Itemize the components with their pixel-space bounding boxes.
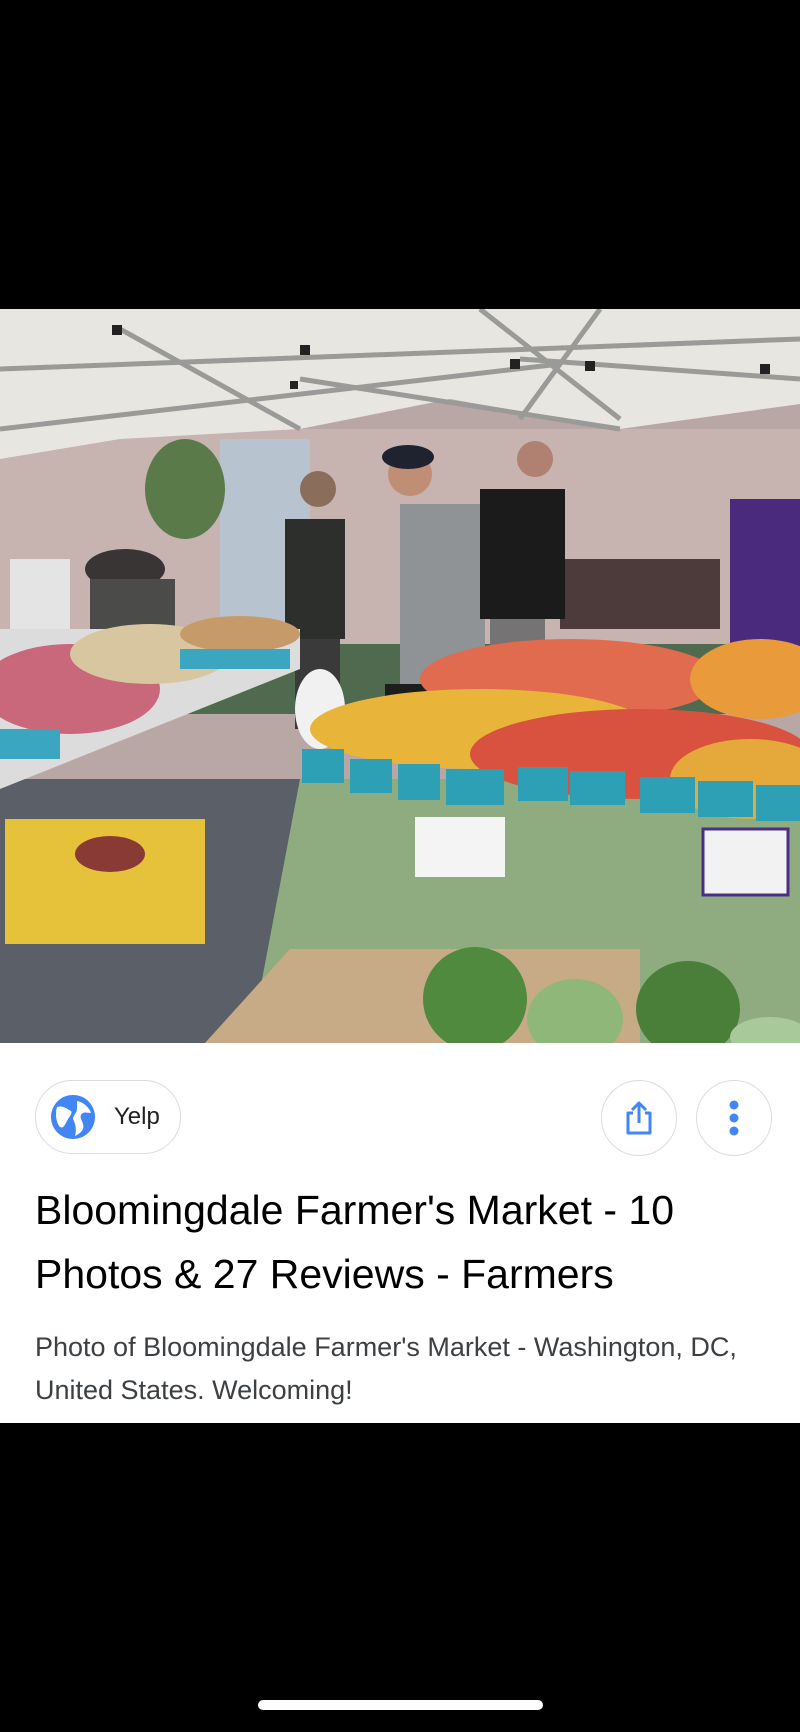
share-button[interactable] [601,1080,677,1156]
result-card: Yelp Bloomingdale Farmer's Market - 10 P… [0,1043,800,1423]
more-options-button[interactable] [696,1080,772,1156]
result-title[interactable]: Bloomingdale Farmer's Market - 10 Photos… [35,1178,775,1306]
top-letterbox [0,0,800,309]
bottom-letterbox [0,1423,800,1732]
more-vert-icon [729,1100,739,1136]
source-label: Yelp [114,1103,160,1130]
image-viewer-screen: Yelp Bloomingdale Farmer's Market - 10 P… [0,0,800,1732]
result-photo[interactable] [0,309,800,1043]
result-description: Photo of Bloomingdale Farmer's Market - … [35,1332,737,1405]
source-chip[interactable]: Yelp [35,1080,181,1154]
share-icon [626,1101,652,1135]
home-indicator[interactable] [258,1700,543,1710]
globe-icon [51,1095,95,1139]
